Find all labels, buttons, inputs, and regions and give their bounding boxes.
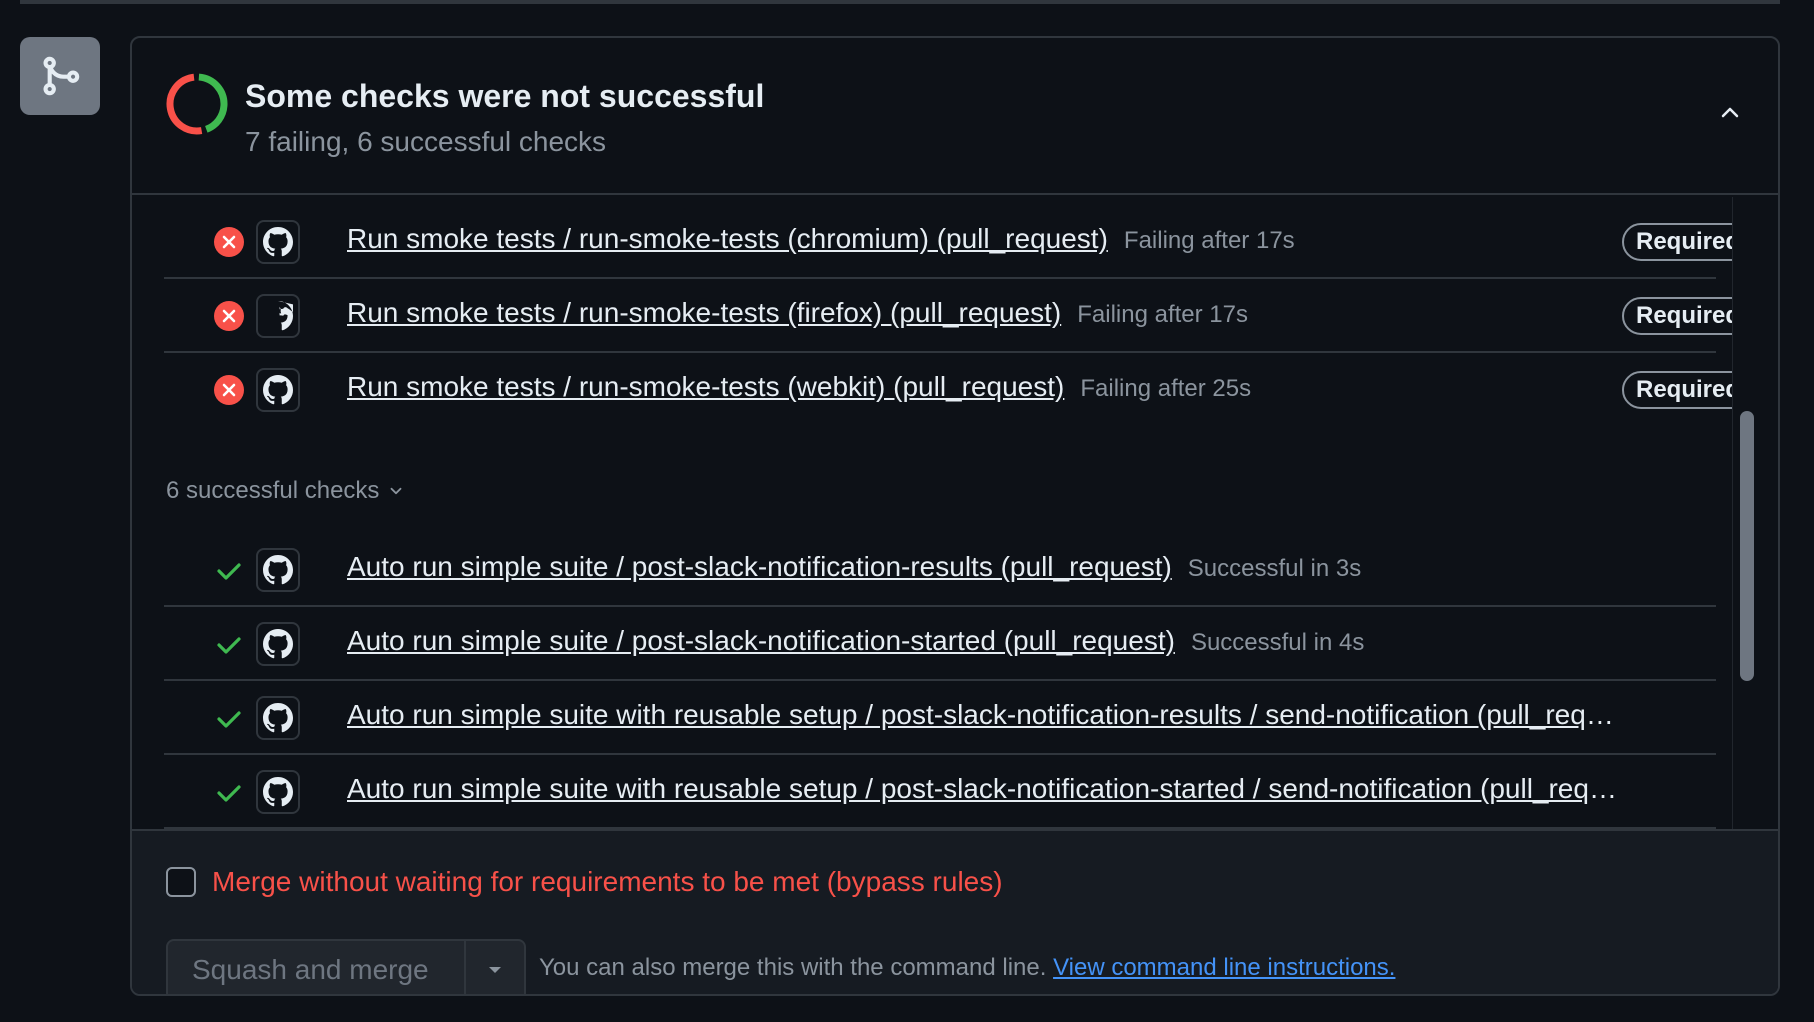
chevron-down-icon	[390, 487, 402, 495]
github-icon	[256, 294, 300, 338]
check-row: Run smoke tests / run-smoke-tests (firef…	[164, 279, 1755, 353]
squash-and-merge-button[interactable]: Squash and merge	[168, 941, 464, 994]
merge-footer: Merge without waiting for requirements t…	[132, 829, 1778, 994]
checks-title: Some checks were not successful	[245, 78, 765, 114]
check-link[interactable]: Run smoke tests / run-smoke-tests (chrom…	[347, 223, 1295, 255]
check-row: Auto run simple suite with reusable setu…	[164, 755, 1716, 829]
check-link[interactable]: Auto run simple suite / post-slack-notif…	[347, 551, 1361, 583]
check-row: Auto run simple suite / post-slack-notif…	[164, 607, 1716, 681]
check-row: Auto run simple suite with reusable setu…	[164, 681, 1716, 755]
bypass-rules-checkbox[interactable]	[166, 867, 196, 897]
success-check-icon	[212, 553, 246, 587]
check-duration: Failing after 17s	[1123, 227, 1295, 254]
github-icon	[256, 548, 300, 592]
check-link[interactable]: Auto run simple suite with reusable setu…	[347, 773, 1617, 805]
successful-checks-label: 6 successful checks	[166, 477, 380, 504]
success-check-icon	[212, 701, 246, 735]
failure-icon	[212, 225, 246, 259]
github-icon	[256, 368, 300, 412]
cli-hint: You can also merge this with the command…	[539, 954, 1395, 982]
success-check-icon	[212, 775, 246, 809]
check-status-ring-icon	[166, 73, 228, 135]
check-duration: Failing after 17s	[1077, 301, 1248, 328]
checks-list: Run smoke tests / run-smoke-tests (chrom…	[132, 197, 1778, 829]
cli-hint-text: You can also merge this with the command…	[539, 954, 1047, 981]
github-icon	[256, 220, 300, 264]
cli-instructions-link[interactable]: View command line instructions.	[1053, 954, 1395, 981]
check-row: Run smoke tests / run-smoke-tests (webki…	[164, 353, 1755, 427]
check-link[interactable]: Auto run simple suite / post-slack-notif…	[347, 625, 1364, 657]
github-icon	[256, 770, 300, 814]
checks-header: Some checks were not successful 7 failin…	[132, 38, 1778, 195]
git-merge-icon	[20, 37, 100, 115]
scrollbar-thumb[interactable]	[1740, 411, 1754, 681]
caret-down-icon	[489, 967, 501, 973]
check-link[interactable]: Auto run simple suite with reusable setu…	[347, 699, 1617, 731]
check-link[interactable]: Run smoke tests / run-smoke-tests (webki…	[347, 371, 1251, 403]
bypass-rules-label[interactable]: Merge without waiting for requirements t…	[212, 866, 1003, 898]
checks-panel: Some checks were not successful 7 failin…	[130, 36, 1780, 996]
checks-scrollbar[interactable]	[1732, 197, 1760, 829]
check-row: Auto run simple suite / post-slack-notif…	[164, 533, 1716, 607]
github-icon	[256, 696, 300, 740]
check-duration: Successful in 4s	[1190, 629, 1365, 656]
checks-summary: 7 failing, 6 successful checks	[245, 126, 607, 157]
top-divider	[20, 0, 1780, 4]
check-duration: Failing after 25s	[1080, 375, 1252, 402]
collapse-button[interactable]	[1710, 93, 1750, 133]
failure-icon	[212, 299, 246, 333]
check-duration: Successful in 3s	[1187, 555, 1362, 582]
success-check-icon	[212, 627, 246, 661]
check-link[interactable]: Run smoke tests / run-smoke-tests (firef…	[347, 297, 1248, 329]
merge-method-dropdown[interactable]	[464, 941, 524, 994]
merge-button-group: Squash and merge	[166, 939, 526, 994]
failure-icon	[212, 373, 246, 407]
chevron-up-icon	[1721, 107, 1739, 118]
github-icon	[256, 622, 300, 666]
successful-checks-toggle[interactable]: 6 successful checks	[166, 477, 405, 505]
check-row: Run smoke tests / run-smoke-tests (chrom…	[164, 205, 1755, 279]
